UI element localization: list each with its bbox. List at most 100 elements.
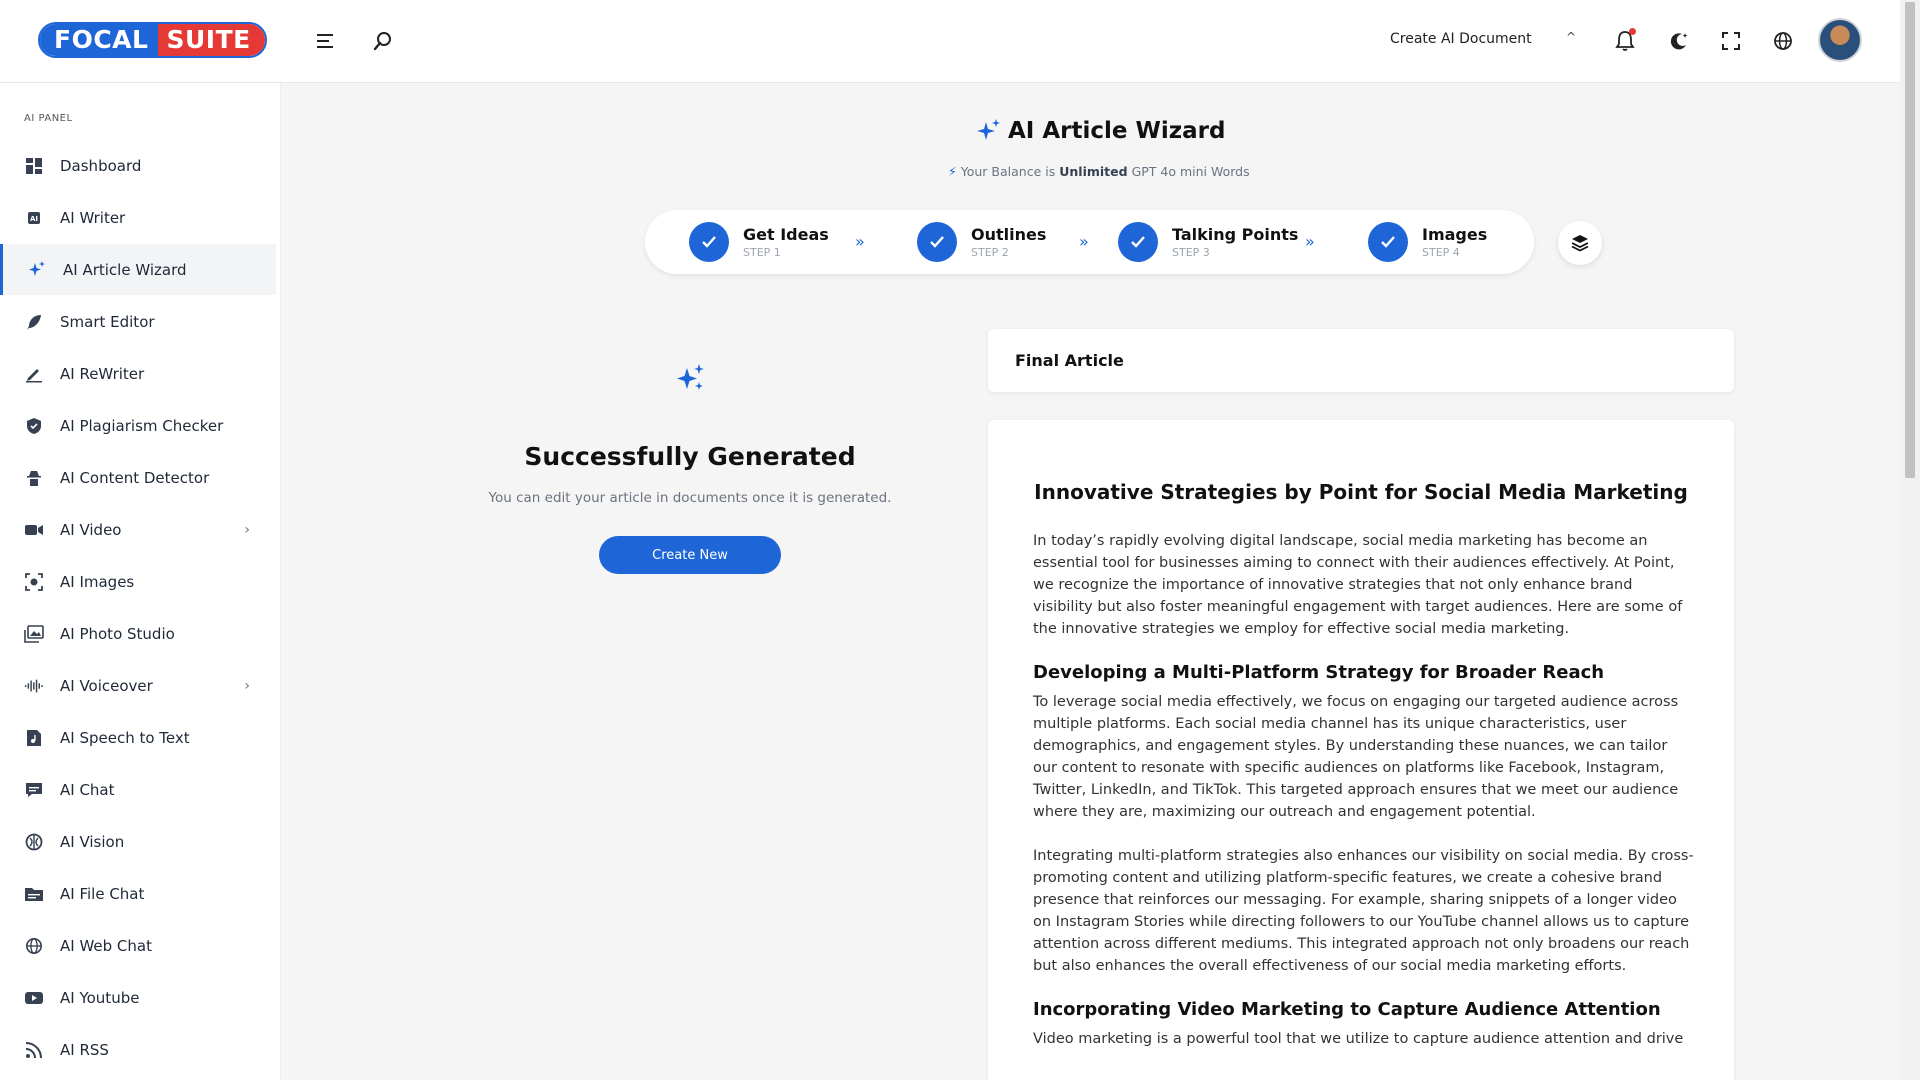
page-title-text: AI Article Wizard [1008, 118, 1226, 144]
step-outlines[interactable]: Outlines STEP 2 [917, 222, 1046, 262]
chat-icon [24, 780, 44, 800]
sidebar-item-dashboard[interactable]: Dashboard [0, 140, 276, 191]
sidebar-item-label: Dashboard [60, 156, 142, 175]
sidebar-item-label: AI File Chat [60, 884, 145, 903]
user-avatar[interactable] [1818, 18, 1862, 62]
sidebar-item-label: AI ReWriter [60, 364, 145, 383]
sidebar-item-ai-article-wizard[interactable]: AI Article Wizard [0, 244, 276, 295]
waveform-icon [24, 676, 44, 696]
chevron-right-icon: › [244, 521, 250, 538]
sidebar-item-ai-speech-to-text[interactable]: AI Speech to Text [0, 712, 276, 763]
shield-icon [24, 416, 44, 436]
notification-dot [1629, 28, 1636, 35]
dashboard-icon [24, 156, 44, 176]
sidebar-item-ai-rss[interactable]: AI RSS [0, 1024, 276, 1075]
sidebar-item-label: AI Chat [60, 780, 115, 799]
layers-icon [1571, 235, 1589, 252]
chevron-right-icon: › [244, 677, 250, 694]
brand-logo[interactable]: FOCAL SUITE [38, 22, 267, 58]
sidebar-item-label: AI Web Chat [60, 936, 152, 955]
fullscreen-icon[interactable] [1716, 26, 1746, 56]
check-icon [1118, 222, 1158, 262]
create-ai-document-link[interactable]: Create AI Document [1390, 31, 1532, 47]
rss-icon [24, 1040, 44, 1060]
sidebar-item-ai-plagiarism-checker[interactable]: AI Plagiarism Checker [0, 400, 276, 451]
logo-part-2: SUITE [158, 24, 265, 56]
sidebar-item-ai-file-chat[interactable]: AI File Chat [0, 868, 276, 919]
lightning-icon: ⚡ [948, 164, 957, 179]
youtube-icon [24, 988, 44, 1008]
balance-prefix: Your Balance is [960, 164, 1056, 179]
page-title: AI Article Wizard [976, 118, 1225, 144]
step-number: STEP 4 [1422, 246, 1460, 259]
top-bar: FOCAL SUITE Create AI Document ^ [0, 0, 1900, 83]
globe-icon [24, 936, 44, 956]
music-file-icon [24, 728, 44, 748]
step-name: Images [1422, 225, 1488, 244]
sidebar-item-label: Smart Editor [60, 312, 155, 331]
sidebar-item-label: AI Plagiarism Checker [60, 416, 224, 435]
create-new-button[interactable]: Create New [599, 536, 781, 574]
article-body: In today’s rapidly evolving digital land… [1033, 530, 1695, 1072]
sidebar-item-label: AI Youtube [60, 988, 140, 1007]
chevron-up-icon[interactable]: ^ [1566, 30, 1576, 44]
article-panel[interactable]: Innovative Strategies by Point for Socia… [988, 420, 1734, 1080]
sidebar-item-ai-video[interactable]: AI Video › [0, 504, 276, 555]
step-images[interactable]: Images STEP 4 [1368, 222, 1487, 262]
sidebar-item-ai-rewriter[interactable]: AI ReWriter [0, 348, 276, 399]
sidebar-item-ai-writer[interactable]: AI AI Writer [0, 192, 276, 243]
final-article-label: Final Article [1015, 351, 1124, 370]
step-name: Talking Points [1172, 225, 1299, 244]
balance-value: Unlimited [1059, 164, 1128, 179]
sidebar-item-ai-web-chat[interactable]: AI Web Chat [0, 920, 276, 971]
search-icon[interactable] [368, 26, 398, 56]
menu-icon[interactable] [310, 26, 340, 56]
sidebar-item-smart-editor[interactable]: Smart Editor [0, 296, 276, 347]
article-heading: Incorporating Video Marketing to Capture… [1033, 999, 1661, 1020]
globe-icon[interactable] [1768, 26, 1798, 56]
success-title: Successfully Generated [524, 442, 856, 471]
sidebar-item-ai-content-detector[interactable]: AI Content Detector [0, 452, 276, 503]
page-scrollbar[interactable] [1900, 0, 1920, 1080]
sidebar-item-ai-voiceover[interactable]: AI Voiceover › [0, 660, 276, 711]
sidebar-item-ai-photo-studio[interactable]: AI Photo Studio [0, 608, 276, 659]
sidebar-item-label: AI Vision [60, 832, 125, 851]
photo-icon [24, 624, 44, 644]
sparkles-icon [27, 260, 47, 280]
folder-icon [24, 884, 44, 904]
check-icon [917, 222, 957, 262]
sidebar-item-label: AI Content Detector [60, 468, 210, 487]
sidebar-item-label: AI Photo Studio [60, 624, 175, 643]
video-icon [24, 520, 44, 540]
sidebar-item-label: AI Article Wizard [63, 260, 187, 279]
moon-icon[interactable] [1664, 26, 1694, 56]
double-chevron-icon: » [1079, 232, 1089, 251]
layers-button[interactable] [1558, 221, 1602, 265]
step-talking-points[interactable]: Talking Points STEP 3 [1118, 222, 1298, 262]
sparkles-icon [675, 362, 707, 398]
sidebar-item-label: AI Speech to Text [60, 728, 190, 747]
pen-icon [24, 364, 44, 384]
check-icon [689, 222, 729, 262]
logo-part-1: FOCAL [40, 24, 159, 56]
step-number: STEP 1 [743, 246, 781, 259]
sidebar-item-ai-vision[interactable]: AI Vision [0, 816, 276, 867]
brain-icon [24, 832, 44, 852]
step-name: Outlines [971, 225, 1047, 244]
article-paragraph: Video marketing is a powerful tool that … [1033, 1031, 1684, 1047]
sidebar-item-label: AI Images [60, 572, 135, 591]
step-name: Get Ideas [743, 225, 829, 244]
balance-suffix: GPT 4o mini Words [1131, 164, 1250, 179]
success-subtitle: You can edit your article in documents o… [488, 490, 892, 506]
bell-icon[interactable] [1610, 26, 1640, 56]
double-chevron-icon: » [855, 232, 865, 251]
final-article-header: Final Article [988, 329, 1734, 392]
scrollbar-thumb[interactable] [1905, 2, 1915, 478]
sidebar-item-label: AI Writer [60, 208, 126, 227]
sidebar-item-ai-chat[interactable]: AI Chat [0, 764, 276, 815]
sidebar-item-ai-images[interactable]: AI Images [0, 556, 276, 607]
double-chevron-icon: » [1305, 232, 1315, 251]
sidebar-item-ai-youtube[interactable]: AI Youtube [0, 972, 276, 1023]
step-get-ideas[interactable]: Get Ideas STEP 1 [689, 222, 829, 262]
article-paragraph: In today’s rapidly evolving digital land… [1033, 533, 1683, 637]
